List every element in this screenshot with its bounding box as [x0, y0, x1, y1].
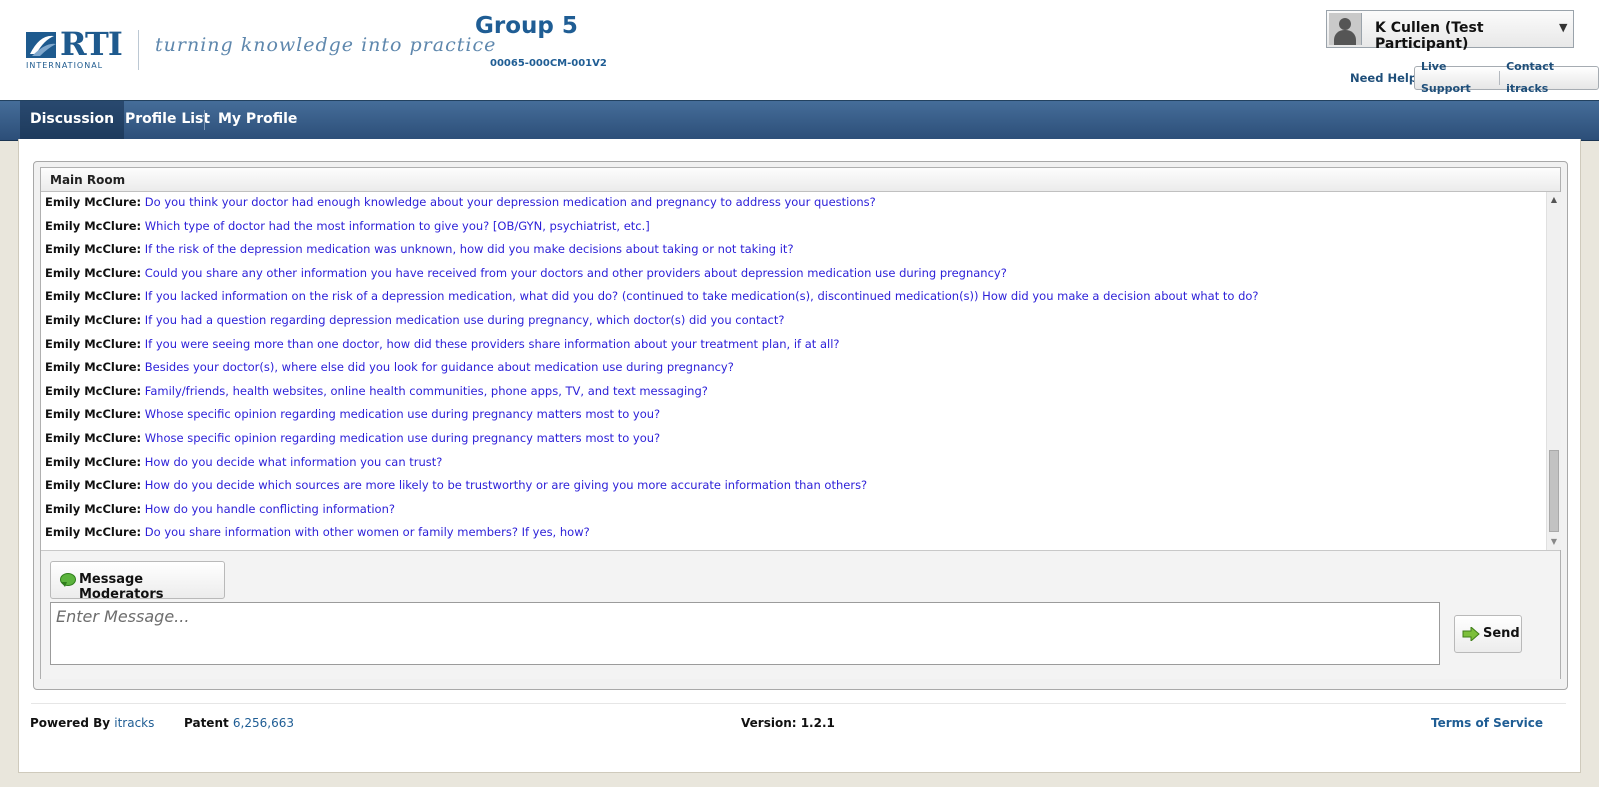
- message-text: Do you think your doctor had enough know…: [144, 195, 876, 209]
- message-text: How do you handle conflicting informatio…: [144, 501, 395, 516]
- send-label: Send: [1483, 626, 1520, 641]
- message-text: If you were seeing more than one doctor,…: [144, 336, 840, 351]
- message-author: Emily McClure:: [45, 383, 142, 398]
- message-text: Besides your doctor(s), where else did y…: [144, 360, 734, 375]
- message-row: Emily McClure: Besides your doctor(s), w…: [45, 357, 734, 377]
- message-text: Could you share any other information yo…: [144, 265, 1007, 280]
- message-moderators-button[interactable]: Message Moderators: [50, 561, 225, 602]
- powered-by-label: Powered By: [30, 716, 111, 730]
- message-text: Which type of doctor had the most inform…: [144, 218, 650, 233]
- header-divider: [138, 30, 139, 70]
- arrow-right-icon: [1462, 627, 1480, 641]
- message-list: Emily McClure: Do you think your doctor …: [41, 192, 1546, 550]
- message-moderators-label: Message Moderators: [79, 572, 164, 602]
- message-author: Emily McClure:: [45, 195, 142, 209]
- user-menu-dropdown[interactable]: K Cullen (Test Participant) ▼: [1326, 10, 1574, 52]
- message-row: Emily McClure: If the risk of the depres…: [45, 239, 794, 259]
- message-row: Emily McClure: Whose specific opinion re…: [45, 428, 660, 448]
- patent-info: Patent 6,256,663: [184, 716, 294, 730]
- message-row: Emily McClure: Whose specific opinion re…: [45, 404, 660, 424]
- message-text: Whose specific opinion regarding medicat…: [144, 407, 661, 422]
- message-row: Emily McClure: Could you share any other…: [45, 263, 1007, 283]
- message-author: Emily McClure:: [45, 525, 142, 540]
- chevron-down-icon: ▼: [1559, 21, 1568, 34]
- powered-by: Powered By itracks: [30, 716, 154, 730]
- message-author: Emily McClure:: [45, 478, 142, 493]
- message-author: Emily McClure:: [45, 454, 142, 469]
- message-text: How do you decide what information you c…: [144, 454, 443, 469]
- message-text: How do you decide which sources are more…: [144, 478, 868, 493]
- message-author: Emily McClure:: [45, 360, 142, 375]
- patent-number-link[interactable]: 6,256,663: [233, 716, 294, 730]
- message-text: If the risk of the depression medication…: [144, 242, 794, 257]
- chat-panel: Main Room Emily McClure: Do you think yo…: [33, 161, 1568, 690]
- message-text: If you lacked information on the risk of…: [144, 289, 1259, 304]
- logo-text: RTI: [60, 25, 123, 63]
- message-row: Emily McClure: Do you think your doctor …: [45, 192, 876, 212]
- nav-divider: [204, 110, 205, 130]
- message-author: Emily McClure:: [45, 242, 142, 257]
- message-row: Emily McClure: If you lacked information…: [45, 286, 1259, 306]
- message-author: Emily McClure:: [45, 407, 142, 422]
- tagline: turning knowledge into practice: [155, 34, 497, 56]
- main-nav: Discussion Profile List My Profile: [0, 100, 1599, 141]
- itracks-link[interactable]: itracks: [114, 716, 154, 730]
- content-area: Main Room Emily McClure: Do you think yo…: [18, 139, 1581, 773]
- tab-my-profile[interactable]: My Profile: [208, 101, 307, 140]
- message-author: Emily McClure:: [45, 289, 142, 304]
- page-header: RTI INTERNATIONAL turning knowledge into…: [0, 0, 1599, 100]
- message-author: Emily McClure:: [45, 336, 142, 351]
- message-row: Emily McClure: Which type of doctor had …: [45, 216, 650, 236]
- message-author: Emily McClure:: [45, 218, 142, 233]
- message-row: Emily McClure: If you were seeing more t…: [45, 334, 840, 354]
- compose-area: Message Moderators Send: [41, 550, 1560, 679]
- scroll-up-icon[interactable]: ▲: [1547, 192, 1561, 208]
- message-author: Emily McClure:: [45, 431, 142, 445]
- terms-of-service-link[interactable]: Terms of Service: [1431, 716, 1543, 730]
- message-text: Do you share information with other wome…: [144, 525, 590, 540]
- tab-discussion[interactable]: Discussion: [20, 101, 125, 140]
- group-title: Group 5: [475, 13, 578, 39]
- patent-label: Patent: [184, 716, 229, 730]
- rti-logo-mark-icon: [26, 32, 56, 58]
- message-scrollbar[interactable]: ▲ ▼: [1546, 192, 1561, 550]
- message-author: Emily McClure:: [45, 501, 142, 516]
- need-help-label: Need Help?: [1350, 71, 1424, 85]
- message-row: Emily McClure: How do you decide which s…: [45, 475, 867, 495]
- chat-room: Main Room Emily McClure: Do you think yo…: [40, 167, 1561, 679]
- scrollbar-thumb[interactable]: [1549, 450, 1559, 532]
- message-row: Emily McClure: How do you handle conflic…: [45, 499, 395, 519]
- user-name: K Cullen (Test Participant): [1375, 20, 1484, 52]
- version-label: Version: 1.2.1: [741, 716, 835, 730]
- scroll-down-icon[interactable]: ▼: [1547, 534, 1561, 550]
- message-row: Emily McClure: Family/friends, health we…: [45, 381, 708, 401]
- room-name: Main Room: [50, 173, 126, 187]
- message-text: Family/friends, health websites, online …: [144, 383, 708, 398]
- live-support-link[interactable]: Live Support: [1415, 56, 1499, 100]
- message-text: Whose specific opinion regarding medicat…: [144, 431, 661, 445]
- person-silhouette-icon: [1329, 13, 1362, 45]
- rti-logo: RTI INTERNATIONAL: [26, 26, 123, 70]
- room-header: Main Room: [41, 168, 1560, 192]
- message-row: Emily McClure: Do you share information …: [45, 522, 590, 542]
- help-button-group: Live Support Contact itracks: [1414, 60, 1599, 95]
- message-input[interactable]: [50, 602, 1440, 665]
- message-author: Emily McClure:: [45, 313, 142, 327]
- message-row: Emily McClure: How do you decide what in…: [45, 452, 442, 472]
- contact-itracks-link[interactable]: Contact itracks: [1500, 56, 1598, 100]
- message-author: Emily McClure:: [45, 265, 142, 280]
- send-button[interactable]: Send: [1454, 615, 1522, 653]
- logo-subtitle: INTERNATIONAL: [26, 61, 104, 70]
- project-code: 00065-000CM-001V2: [490, 58, 607, 69]
- message-text: If you had a question regarding depressi…: [144, 313, 785, 327]
- footer-divider: [31, 703, 1566, 704]
- message-row: Emily McClure: If you had a question reg…: [45, 310, 784, 330]
